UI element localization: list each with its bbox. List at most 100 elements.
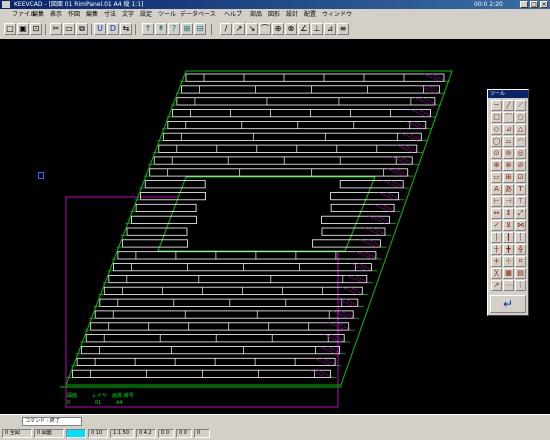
status-y[interactable]: 0 0	[176, 429, 192, 438]
help-button[interactable]: ?	[168, 23, 180, 35]
status-scale[interactable]: 1:1 50	[110, 429, 134, 438]
command-input[interactable]: コマンド : 終了	[22, 417, 82, 426]
palette-tool-button[interactable]: あ	[503, 184, 514, 195]
palette-tool-button[interactable]: ┆	[515, 232, 526, 243]
palette-tool-button[interactable]: △	[515, 124, 526, 135]
menu-layout[interactable]: 配置	[304, 9, 316, 21]
palette-tool-button[interactable]: ⌗	[515, 256, 526, 267]
palette-tool-button[interactable]: ⊙	[491, 148, 502, 159]
palette-tool-button[interactable]: ✓	[491, 220, 502, 231]
palette-tool-button[interactable]: ⊹	[503, 256, 514, 267]
menu-help[interactable]: ヘルプ	[224, 9, 242, 21]
palette-tool-button[interactable]: ⊗	[503, 160, 514, 171]
swap-button[interactable]: ⇆	[120, 23, 132, 35]
palette-tool-button[interactable]: ⊕	[491, 160, 502, 171]
status-all-view[interactable]: 0 全図	[2, 429, 32, 438]
view-button[interactable]: ⊟	[194, 23, 206, 35]
menu-shape[interactable]: 図形	[268, 9, 280, 21]
palette-tool-button[interactable]: ⊡	[515, 172, 526, 183]
arc-tool-button[interactable]: ⌒	[259, 23, 271, 35]
cut-button[interactable]: ✂	[50, 23, 62, 35]
palette-tool-button[interactable]: ▤	[515, 268, 526, 279]
menu-text[interactable]: 文字	[122, 9, 134, 21]
angle-button[interactable]: ∠	[298, 23, 310, 35]
palette-tool-button[interactable]: ┃	[503, 232, 514, 243]
palette-tool-button[interactable]: ⊣	[503, 196, 514, 207]
palette-tool-button[interactable]: □	[491, 112, 502, 123]
palette-tool-button[interactable]: +	[491, 256, 502, 267]
status-layer[interactable]: 0 10	[88, 429, 108, 438]
menu-edit[interactable]: 編集	[32, 9, 44, 21]
palette-tool-button[interactable]: ○	[515, 112, 526, 123]
palette-tool-button[interactable]: A	[491, 184, 502, 195]
palette-tool-button[interactable]: ▦	[503, 268, 514, 279]
snap-off-button[interactable]: ⊗	[285, 23, 297, 35]
menu-draw[interactable]: 作図	[68, 9, 80, 21]
redo-button[interactable]: D	[107, 23, 119, 35]
save-file-button[interactable]: ⊡	[30, 23, 42, 35]
palette-tool-button[interactable]: ⊢	[491, 196, 502, 207]
palette-tool-button[interactable]: ◎	[515, 148, 526, 159]
palette-tool-button[interactable]: ⤢	[515, 208, 526, 219]
layers-button[interactable]: ≡	[337, 23, 349, 35]
palette-tool-button[interactable]: ─	[491, 100, 502, 111]
menu-database[interactable]: データベース	[180, 9, 216, 21]
diag2-tool-button[interactable]: ↘	[246, 23, 258, 35]
palette-tool-button[interactable]: ↔	[491, 208, 502, 219]
menu-window[interactable]: ウィンドウ	[322, 9, 352, 21]
move-up-button[interactable]: ↑	[142, 23, 154, 35]
new-file-button[interactable]: □	[4, 23, 16, 35]
menu-design[interactable]: 設計	[286, 9, 298, 21]
palette-tool-button[interactable]: ⊿	[503, 124, 514, 135]
palette-tool-button[interactable]: ⌓	[503, 136, 514, 147]
palette-tool-button[interactable]: ╳	[491, 268, 502, 279]
palette-tool-button[interactable]: ⊚	[503, 148, 514, 159]
palette-tool-button[interactable]: ⋈	[515, 220, 526, 231]
open-file-button[interactable]: ▣	[17, 23, 29, 35]
triangle-button[interactable]: ⊿	[324, 23, 336, 35]
perpendicular-button[interactable]: ⊥	[311, 23, 323, 35]
maximize-button[interactable]: □	[530, 1, 538, 8]
menu-tools[interactable]: ツール	[158, 9, 176, 21]
undo-button[interactable]: U	[94, 23, 106, 35]
palette-tool-button[interactable]: ╬	[515, 244, 526, 255]
palette-tool-button[interactable]: │	[491, 232, 502, 243]
palette-tool-button[interactable]: ⊻	[503, 220, 514, 231]
palette-tool-button[interactable]: ⋯	[503, 280, 514, 291]
palette-tool-button[interactable]: ◇	[491, 124, 502, 135]
palette-tool-button[interactable]: ◯	[491, 136, 502, 147]
status-height[interactable]: 0 4.2	[136, 429, 156, 438]
palette-tool-button[interactable]: ┼	[491, 244, 502, 255]
palette-tool-button[interactable]: ↗	[491, 280, 502, 291]
status-x[interactable]: 0 0	[158, 429, 174, 438]
palette-tool-button[interactable]: ⟋	[515, 100, 526, 111]
move-top-button[interactable]: ↟	[155, 23, 167, 35]
menu-view[interactable]: 表示	[50, 9, 62, 21]
palette-tool-button[interactable]: ⊘	[515, 160, 526, 171]
close-button[interactable]: ×	[540, 1, 548, 8]
status-active-indicator[interactable]	[66, 429, 86, 438]
enter-button[interactable]: ↵	[490, 295, 526, 313]
palette-tool-button[interactable]: T	[515, 184, 526, 195]
menu-parts[interactable]: 部品	[250, 9, 262, 21]
palette-tool-button[interactable]: ⊞	[503, 172, 514, 183]
palette-tool-button[interactable]: ⊤	[515, 196, 526, 207]
grid-button[interactable]: ⊞	[181, 23, 193, 35]
status-angle[interactable]: 0	[194, 429, 210, 438]
palette-tool-button[interactable]: ⌒	[503, 112, 514, 123]
drawing-canvas[interactable]	[0, 39, 550, 414]
palette-tool-button[interactable]: ↕	[503, 208, 514, 219]
palette-tool-button[interactable]: ⋮	[515, 280, 526, 291]
palette-tool-button[interactable]: ╋	[503, 244, 514, 255]
diag-tool-button[interactable]: ↗	[233, 23, 245, 35]
menu-modify[interactable]: 編集	[86, 9, 98, 21]
paste-button[interactable]: ⧉	[76, 23, 88, 35]
palette-tool-button[interactable]: ╱	[503, 100, 514, 111]
copy-button[interactable]: ▭	[63, 23, 75, 35]
palette-tool-button[interactable]: ▭	[491, 172, 502, 183]
menu-settings[interactable]: 設定	[140, 9, 152, 21]
palette-tool-button[interactable]: ◠	[515, 136, 526, 147]
snap-on-button[interactable]: ⊕	[272, 23, 284, 35]
minimize-button[interactable]: _	[520, 1, 528, 8]
menu-dimension[interactable]: 寸法	[104, 9, 116, 21]
